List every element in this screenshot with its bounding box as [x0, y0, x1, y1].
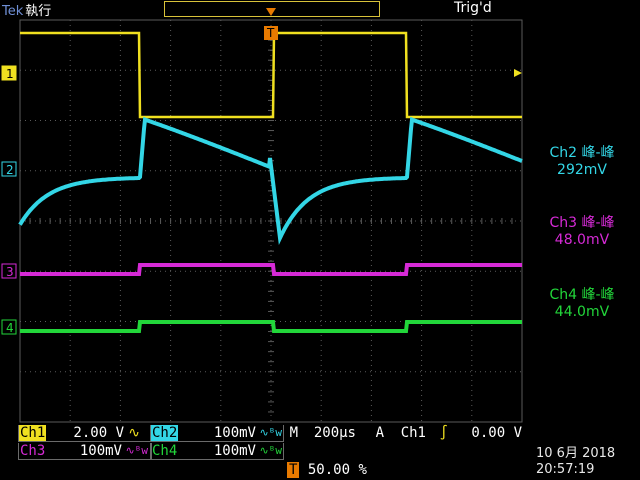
timebase-label: M [289, 425, 298, 441]
ch2-scale[interactable]: 100mV [186, 425, 256, 441]
ch3-scale[interactable]: 100mV [52, 443, 122, 459]
measurement-ch4: Ch4 峰-峰 44.0mV [532, 284, 632, 320]
measurement-label: Ch2 峰-峰 [549, 145, 615, 161]
trigger-position-icon: T [287, 462, 300, 478]
trigger-position-value: 50.00 % [307, 462, 367, 478]
ch1-scale[interactable]: 2.00 V [52, 425, 124, 441]
ch2-coupling-icon: ∿ᴮw [259, 426, 282, 439]
measurement-label: Ch4 峰-峰 [549, 287, 615, 303]
ch3-coupling-icon: ∿ᴮw [125, 444, 148, 457]
measurement-ch2: Ch2 峰-峰 292mV [532, 142, 632, 178]
measurement-value: 48.0mV [554, 232, 610, 248]
ch3-trace [20, 263, 522, 276]
trigger-position[interactable]: T 50.00 % [287, 462, 367, 478]
channel-markers: 1 2 3 4 T [1, 8, 522, 335]
ground-marker-label: 3 [6, 265, 14, 279]
date-text: 10 6月 2018 [536, 446, 616, 461]
trigger-level[interactable]: 0.00 V [456, 425, 522, 441]
trigger-source[interactable]: Ch1 [392, 425, 426, 441]
ground-marker-label: 2 [6, 163, 14, 177]
ground-marker-label: 1 [6, 67, 14, 81]
waveform-traces [18, 31, 523, 333]
timebase-value[interactable]: 200µs [298, 425, 356, 441]
ch1-label[interactable]: Ch1 [19, 425, 47, 441]
ch4-scale[interactable]: 100mV [186, 443, 256, 459]
ch1-coupling-icon: ∿ [128, 425, 140, 441]
ground-marker-label: 4 [6, 321, 14, 335]
measurement-label: Ch3 峰-峰 [549, 215, 615, 231]
ch4-label[interactable]: Ch4 [151, 443, 178, 459]
trigger-slope-icon: ∫ [439, 425, 448, 441]
trigger-mode: A [375, 425, 384, 441]
trigger-marker-label: T [266, 26, 275, 40]
ch4-trace [20, 320, 522, 333]
measurement-ch3: Ch3 峰-峰 48.0mV [532, 212, 632, 248]
graticule [19, 19, 523, 423]
time-text: 20:57:19 [536, 462, 595, 477]
measurement-value: 44.0mV [554, 304, 610, 320]
trigger-position-arrow-icon [266, 8, 276, 16]
status-row-1: Ch1 2.00 V ∿ Ch2 100mV ∿ᴮw M 200µs A Ch1… [0, 425, 640, 443]
measurement-value: 292mV [557, 162, 607, 178]
ch3-label[interactable]: Ch3 [19, 443, 46, 459]
ch4-coupling-icon: ∿ᴮw [259, 444, 282, 457]
ch2-label[interactable]: Ch2 [151, 425, 179, 441]
date-time: 10 6月 2018 20:57:19 [536, 446, 615, 478]
